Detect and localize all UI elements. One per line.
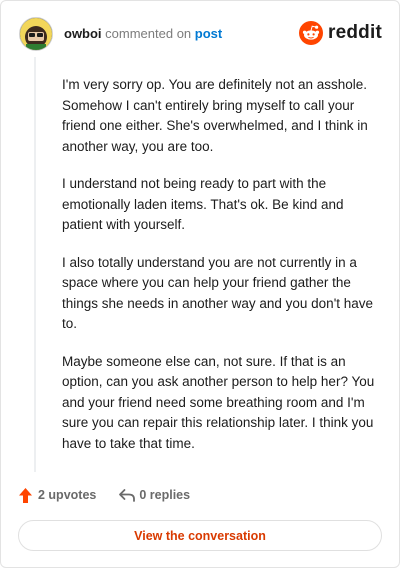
reddit-brand[interactable]: reddit — [299, 21, 382, 45]
comment-card: owboi commented on post reddit I'm very … — [0, 0, 400, 568]
username[interactable]: owboi — [64, 26, 102, 41]
commented-on-text: commented on — [105, 26, 192, 41]
avatar-icon[interactable] — [19, 17, 53, 51]
thread-line — [34, 57, 36, 472]
reply-arrow-icon — [119, 489, 136, 502]
view-conversation-button[interactable]: View the conversation — [18, 520, 382, 551]
upvote-count: 2 upvotes — [38, 488, 97, 502]
comment-footer: 2 upvotes 0 replies — [18, 485, 190, 505]
reply-count: 0 replies — [139, 488, 191, 502]
reddit-wordmark: reddit — [328, 22, 382, 43]
upvote-arrow-icon[interactable] — [18, 487, 33, 504]
reply-action[interactable]: 0 replies — [118, 488, 190, 502]
comment-paragraph: I'm very sorry op. You are definitely no… — [62, 77, 368, 154]
reddit-logo-icon — [299, 21, 324, 45]
comment-body: I'm very sorry op. You are definitely no… — [62, 75, 377, 471]
post-link[interactable]: post — [195, 26, 222, 41]
comment-paragraph: I also totally understand you are not cu… — [62, 254, 374, 332]
header-text: owboi commented on post — [64, 26, 222, 42]
comment-paragraph: I understand not being ready to part wit… — [62, 176, 344, 232]
comment-paragraph: Maybe someone else can, not sure. If tha… — [62, 353, 375, 451]
comment-header: owboi commented on post — [19, 17, 222, 51]
